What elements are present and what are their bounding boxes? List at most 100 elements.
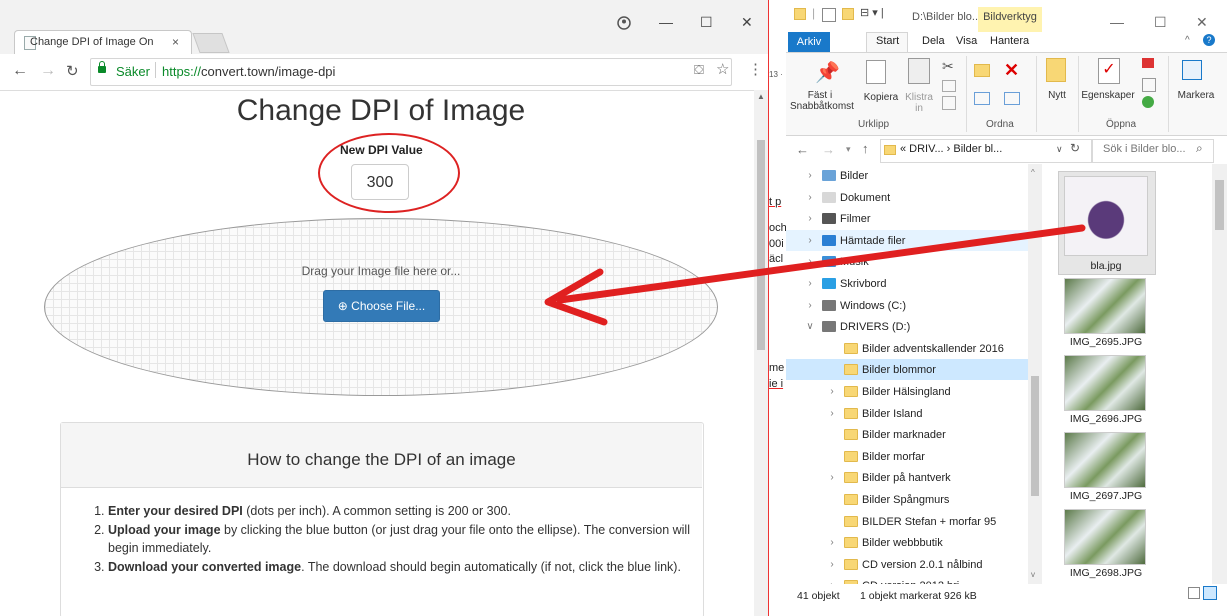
tree-item[interactable]: Bilder Spångmurs	[804, 489, 1024, 511]
expand-chevron-icon[interactable]: ›	[804, 165, 816, 187]
address-text[interactable]: « DRIV... › Bilder bl...	[900, 143, 1002, 155]
file-thumbnail[interactable]	[1064, 355, 1146, 411]
file-thumbnail[interactable]	[1064, 278, 1146, 334]
details-view-icon[interactable]	[1188, 587, 1200, 599]
up-arrow-icon[interactable]: ↑	[862, 141, 869, 156]
properties-check-icon[interactable]	[822, 8, 836, 22]
tree-item[interactable]: Bilder adventskallender 2016	[804, 338, 1024, 360]
ribbon-collapse-icon[interactable]: ^	[1185, 35, 1190, 46]
tree-item[interactable]: › Bilder på hantverk	[804, 467, 1024, 489]
translate-icon[interactable]: ⛋	[694, 62, 704, 78]
file-name[interactable]: IMG_2696.JPG	[1051, 413, 1161, 425]
expand-chevron-icon[interactable]: ›	[804, 273, 816, 295]
close-window-button[interactable]: ✕	[1196, 14, 1208, 31]
page-scrollbar-thumb[interactable]	[757, 140, 765, 350]
tree-scrollbar[interactable]	[1028, 164, 1042, 584]
expand-chevron-icon[interactable]: ›	[804, 187, 816, 209]
file-name[interactable]: bla.jpg	[1051, 260, 1161, 272]
scroll-down-icon[interactable]: v	[1031, 570, 1035, 579]
menu-dots-icon[interactable]: ⋮	[748, 60, 763, 78]
expand-chevron-icon[interactable]: ›	[804, 230, 816, 252]
tab-start[interactable]: Start	[876, 35, 899, 47]
edit-icon[interactable]	[1142, 78, 1156, 92]
copy-label[interactable]: Kopiera	[858, 92, 904, 103]
thumbnail-view-icon[interactable]	[1203, 586, 1217, 600]
tree-item[interactable]: BILDER Stefan + morfar 95	[804, 511, 1024, 533]
file-thumbnail[interactable]	[1064, 432, 1146, 488]
new-label[interactable]: Nytt	[1040, 90, 1074, 101]
help-icon[interactable]: ?	[1203, 34, 1215, 46]
maximize-button[interactable]: ☐	[700, 14, 713, 31]
tree-item[interactable]: › Hämtade filer	[804, 230, 1024, 252]
minimize-button[interactable]: —	[1110, 14, 1124, 30]
copy-to-icon[interactable]	[974, 92, 990, 105]
tree-scrollbar-thumb[interactable]	[1031, 376, 1039, 496]
recent-dropdown-icon[interactable]: ▾	[846, 144, 851, 155]
pin-icon[interactable]: 📌	[815, 60, 840, 85]
qat-dropdown-icon[interactable]: ⊟ ▾ |	[860, 6, 884, 19]
delete-icon[interactable]: ✕	[1004, 60, 1019, 81]
history-icon[interactable]	[1142, 96, 1154, 108]
scroll-up-icon[interactable]: ▲	[757, 92, 765, 101]
reload-icon[interactable]: ↻	[66, 62, 79, 80]
select-label[interactable]: Markera	[1172, 90, 1220, 101]
expand-chevron-icon[interactable]: ›	[804, 208, 816, 230]
tree-item[interactable]: › Bilder	[804, 165, 1024, 187]
properties-icon[interactable]: ✓	[1098, 58, 1120, 84]
rename-icon[interactable]	[1004, 92, 1020, 105]
file-name[interactable]: IMG_2697.JPG	[1051, 490, 1161, 502]
new-icon[interactable]	[1046, 58, 1066, 82]
url-text[interactable]: https://convert.town/image-dpi	[162, 64, 335, 79]
new-folder-icon[interactable]	[842, 8, 854, 20]
scroll-up-icon[interactable]: ^	[1031, 168, 1035, 177]
tab-hantera[interactable]: Hantera	[990, 35, 1029, 47]
pin-label[interactable]: Fäst i Snabbåtkomst	[790, 90, 854, 112]
tree-item[interactable]: › Filmer	[804, 208, 1024, 230]
expand-chevron-icon[interactable]: ›	[826, 554, 838, 576]
tree-item[interactable]: ∨ DRIVERS (D:)	[804, 316, 1024, 338]
maximize-button[interactable]: ☐	[1154, 14, 1167, 31]
tree-item[interactable]: › Windows (C:)	[804, 295, 1024, 317]
tree-item[interactable]: › Bilder Island	[804, 403, 1024, 425]
choose-file-button[interactable]: ⊕ Choose File...	[323, 290, 440, 322]
back-arrow-icon[interactable]: ←	[12, 62, 28, 80]
paste-label[interactable]: Klistra in	[903, 92, 935, 114]
refresh-icon[interactable]: ↻	[1070, 141, 1080, 155]
tab-arkiv[interactable]: Arkiv	[788, 32, 830, 52]
forward-arrow-icon[interactable]: →	[40, 62, 56, 80]
tree-item[interactable]: › Dokument	[804, 187, 1024, 209]
close-window-button[interactable]: ✕	[741, 14, 753, 31]
expand-chevron-icon[interactable]: ›	[826, 532, 838, 554]
files-scrollbar-thumb[interactable]	[1215, 180, 1224, 230]
file-name[interactable]: IMG_2695.JPG	[1051, 336, 1161, 348]
tree-item[interactable]: › Skrivbord	[804, 273, 1024, 295]
expand-chevron-icon[interactable]: ›	[804, 295, 816, 317]
expand-chevron-icon[interactable]: ›	[826, 403, 838, 425]
paste-icon[interactable]	[908, 58, 930, 84]
tab-dela[interactable]: Dela	[922, 35, 945, 47]
cut-icon[interactable]: ✂	[942, 58, 954, 75]
tree-item[interactable]: Bilder blommor	[804, 359, 1024, 381]
tab-close-icon[interactable]: ×	[172, 35, 179, 49]
expand-chevron-icon[interactable]: ›	[826, 467, 838, 489]
select-icon[interactable]	[1182, 60, 1202, 80]
tree-item[interactable]: › Bilder Hälsingland	[804, 381, 1024, 403]
file-name[interactable]: IMG_2698.JPG	[1051, 567, 1161, 579]
move-to-icon[interactable]	[974, 64, 990, 77]
expand-chevron-icon[interactable]: ∨	[804, 316, 816, 338]
tree-item[interactable]: Bilder marknader	[804, 424, 1024, 446]
address-dropdown-icon[interactable]: ∨	[1056, 144, 1063, 155]
copy-path-icon[interactable]	[942, 80, 956, 92]
properties-label[interactable]: Egenskaper	[1080, 90, 1136, 101]
minimize-button[interactable]: —	[659, 14, 673, 30]
tab-visa[interactable]: Visa	[956, 35, 977, 47]
paste-shortcut-icon[interactable]	[942, 96, 956, 110]
expand-chevron-icon[interactable]: ›	[826, 381, 838, 403]
search-icon[interactable]: ⌕	[1196, 141, 1203, 156]
open-icon[interactable]	[1142, 58, 1154, 68]
bookmark-star-icon[interactable]: ☆	[716, 60, 729, 78]
back-arrow-icon[interactable]: ←	[796, 142, 809, 157]
forward-arrow-icon[interactable]: →	[822, 142, 835, 157]
copy-icon[interactable]	[866, 60, 886, 84]
expand-chevron-icon[interactable]: ›	[804, 251, 816, 273]
